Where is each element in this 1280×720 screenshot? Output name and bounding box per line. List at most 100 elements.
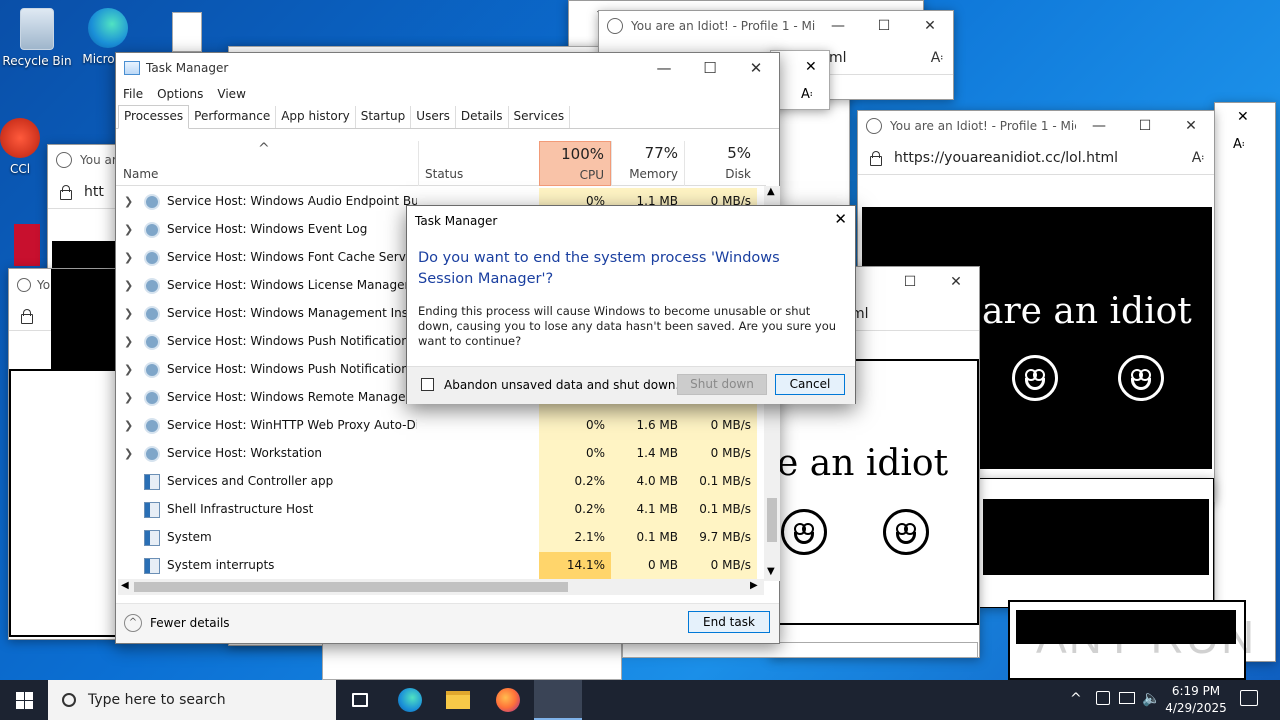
scroll-left-icon[interactable]: ◀ xyxy=(121,580,129,591)
read-aloud-icon[interactable]: A𝄈 xyxy=(1192,150,1204,166)
expand-chevron-icon[interactable]: ❯ xyxy=(124,195,133,208)
menu-view[interactable]: View xyxy=(217,87,245,101)
window-title: You are an Idiot! - Profile 1 - Micro... xyxy=(631,19,815,33)
process-row[interactable]: Shell Infrastructure Host 0.2% 4.1 MB 0.1 M… xyxy=(116,496,766,524)
expand-chevron-icon[interactable]: ❯ xyxy=(124,391,133,404)
cancel-button[interactable]: Cancel xyxy=(775,374,845,395)
tab-app-history[interactable]: App history xyxy=(276,106,356,128)
browser-window-right-lower[interactable] xyxy=(978,478,1214,608)
shutdown-button[interactable]: Shut down xyxy=(677,374,767,395)
notification-center-icon[interactable] xyxy=(1240,690,1258,706)
clock[interactable]: 6:19 PM 4/29/2025 xyxy=(1160,683,1232,717)
task-view-button[interactable] xyxy=(336,680,384,720)
close-button[interactable]: ✕ xyxy=(733,59,779,77)
read-aloud-icon[interactable]: A𝄈 xyxy=(931,50,943,66)
expand-chevron-icon[interactable]: ❯ xyxy=(124,251,133,264)
maximize-button[interactable]: ☐ xyxy=(861,18,907,34)
expand-chevron-icon[interactable]: ❯ xyxy=(124,447,133,460)
column-name[interactable]: Name xyxy=(123,141,418,186)
tab-users[interactable]: Users xyxy=(411,106,456,128)
idiot-page xyxy=(983,499,1209,575)
abandon-data-checkbox[interactable] xyxy=(421,378,434,391)
recycle-bin-shortcut[interactable]: Recycle Bin xyxy=(2,8,72,68)
browser-window-bottom-2[interactable] xyxy=(622,642,978,658)
scroll-up-icon[interactable]: ▲ xyxy=(767,186,775,197)
tab-services[interactable]: Services xyxy=(509,106,571,128)
edge-icon xyxy=(88,8,128,48)
dialog-question: Do you want to end the system process 'W… xyxy=(418,250,780,287)
show-hidden-icons-chevron-icon[interactable]: ^ xyxy=(1070,691,1082,707)
scroll-down-icon[interactable]: ▼ xyxy=(767,566,775,577)
network-icon[interactable] xyxy=(1096,691,1110,705)
smiley-face-icon xyxy=(1012,355,1058,401)
close-button[interactable]: ✕ xyxy=(907,18,953,34)
maximize-button[interactable]: ☐ xyxy=(887,274,933,290)
taskbar-search-box[interactable]: Type here to search xyxy=(48,680,336,720)
process-row[interactable]: ❯ Service Host: Workstation 0% 1.4 MB 0 MB/s xyxy=(116,440,766,468)
scroll-right-icon[interactable]: ▶ xyxy=(750,580,758,591)
fewer-details-button[interactable]: ^ Fewer details xyxy=(124,614,230,632)
close-button[interactable]: ✕ xyxy=(933,274,979,290)
file-explorer-taskbar-button[interactable] xyxy=(434,680,482,720)
tab-startup[interactable]: Startup xyxy=(356,106,412,128)
minimize-button[interactable]: — xyxy=(815,18,861,34)
expand-chevron-icon[interactable]: ❯ xyxy=(124,419,133,432)
edge-taskbar-button[interactable] xyxy=(386,680,434,720)
column-memory[interactable]: 77% Memory xyxy=(611,141,684,186)
firefox-taskbar-button[interactable] xyxy=(484,680,532,720)
menu-options[interactable]: Options xyxy=(157,87,203,101)
tab-processes[interactable]: Processes xyxy=(118,105,190,129)
display-icon[interactable] xyxy=(1119,692,1135,704)
recycle-bin-icon xyxy=(20,8,54,50)
expand-chevron-icon[interactable]: ❯ xyxy=(124,363,133,376)
anyrun-watermark: ANY RUN xyxy=(1036,611,1257,663)
column-cpu[interactable]: 100% CPU xyxy=(539,141,611,186)
close-button[interactable]: ✕ xyxy=(1237,109,1249,125)
maximize-button[interactable]: ☐ xyxy=(1122,118,1168,134)
expand-chevron-icon[interactable]: ❯ xyxy=(124,307,133,320)
process-name: Service Host: Windows Management Instru.… xyxy=(167,306,417,320)
browser-window-right-back[interactable]: ✕ A𝄈 xyxy=(1214,102,1276,662)
end-process-dialog[interactable]: Task Manager ✕ Do you want to end the sy… xyxy=(406,205,856,404)
browser-window-left-2[interactable]: Yo xyxy=(8,268,128,640)
volume-icon[interactable]: 🔈 xyxy=(1142,689,1161,707)
window-title: Task Manager xyxy=(146,61,229,75)
tab-performance[interactable]: Performance xyxy=(189,106,277,128)
expand-chevron-icon[interactable]: ❯ xyxy=(124,279,133,292)
scroll-thumb[interactable] xyxy=(134,582,568,592)
column-status[interactable]: Status xyxy=(418,141,539,186)
expand-chevron-icon[interactable]: ❯ xyxy=(124,335,133,348)
end-task-button[interactable]: End task xyxy=(688,611,770,633)
expand-chevron-icon[interactable]: ❯ xyxy=(124,223,133,236)
smiley-face-icon xyxy=(781,509,827,555)
tab-details[interactable]: Details xyxy=(456,106,509,128)
lock-icon xyxy=(19,308,33,324)
close-button[interactable]: ✕ xyxy=(805,59,817,75)
ccleaner-shortcut[interactable]: CCl xyxy=(0,118,40,176)
app-process-icon xyxy=(144,530,160,546)
process-row[interactable]: System interrupts 14.1% 0 MB 0 MB/s xyxy=(116,552,766,580)
browser-window-bottom[interactable] xyxy=(322,640,622,680)
process-row[interactable]: System 2.1% 0.1 MB 9.7 MB/s xyxy=(116,524,766,552)
start-button[interactable] xyxy=(0,680,48,720)
dialog-close-button[interactable]: ✕ xyxy=(834,210,847,228)
horizontal-scrollbar[interactable]: ◀ ▶ xyxy=(118,579,764,595)
column-disk[interactable]: 5% Disk xyxy=(684,141,757,186)
minimize-button[interactable]: — xyxy=(1076,118,1122,134)
task-manager-taskbar-button[interactable] xyxy=(534,680,582,720)
process-row[interactable]: Services and Controller app 0.2% 4.0 MB 0.1… xyxy=(116,468,766,496)
scroll-thumb[interactable] xyxy=(767,498,777,542)
read-aloud-icon[interactable]: A𝄈 xyxy=(801,87,812,102)
smiley-favicon-icon xyxy=(56,152,72,168)
process-row[interactable]: ❯ Service Host: WinHTTP Web Proxy Auto-Di… xyxy=(116,412,766,440)
menu-file[interactable]: File xyxy=(123,87,143,101)
maximize-button[interactable]: ☐ xyxy=(687,59,733,77)
app-icon[interactable] xyxy=(14,224,40,266)
file-icon[interactable] xyxy=(172,12,202,52)
address-bar[interactable]: https://youareanidiot.cc/lol.html xyxy=(894,150,1192,166)
read-aloud-icon[interactable]: A𝄈 xyxy=(1233,137,1244,152)
close-button[interactable]: ✕ xyxy=(1168,118,1214,134)
minimize-button[interactable]: — xyxy=(641,59,687,77)
process-name: Service Host: Windows Push Notifications… xyxy=(167,334,417,348)
task-manager-icon xyxy=(124,61,140,75)
